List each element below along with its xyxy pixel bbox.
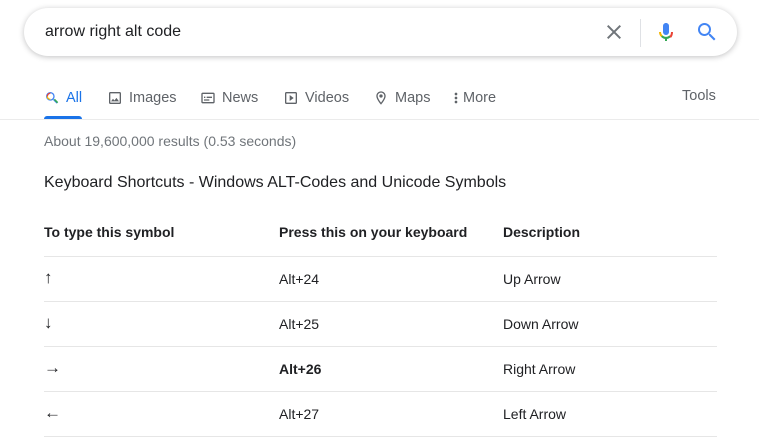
tools-button[interactable]: Tools (682, 88, 716, 104)
tab-videos[interactable]: Videos (283, 88, 349, 108)
symbol-cell: ← (44, 403, 61, 422)
clear-button[interactable] (602, 20, 626, 44)
tab-news[interactable]: News (200, 88, 258, 108)
table-row: ↓ Alt+25 Down Arrow (44, 302, 717, 347)
symbol-cell: ↓ (44, 313, 53, 332)
description-cell: Right Arrow (503, 361, 576, 377)
table-row: ↑ Alt+24 Up Arrow (44, 257, 717, 302)
more-vertical-icon (451, 90, 461, 106)
tab-label: Maps (395, 90, 431, 106)
table-header-description: Description (503, 224, 581, 240)
table-header: To type this symbol Press this on your k… (44, 212, 717, 257)
search-tabs: All Images News Videos Maps More Tools (0, 78, 759, 120)
description-cell: Down Arrow (503, 316, 579, 332)
tab-all[interactable]: All (44, 88, 82, 108)
map-pin-icon (373, 90, 389, 106)
tab-label: All (66, 90, 83, 106)
symbol-cell: → (44, 358, 61, 377)
keys-cell: Alt+24 (279, 271, 320, 287)
table-row: ← Alt+27 Left Arrow (44, 392, 717, 437)
search-box (24, 8, 737, 56)
tab-maps[interactable]: Maps (373, 88, 430, 108)
keys-cell: Alt+27 (279, 406, 320, 422)
description-cell: Up Arrow (503, 271, 561, 287)
table-header-symbol: To type this symbol (44, 224, 175, 240)
image-icon (107, 90, 123, 106)
video-icon (283, 90, 299, 106)
tab-more[interactable]: More (451, 88, 496, 108)
search-button[interactable] (695, 20, 719, 44)
tab-label: Videos (305, 90, 350, 106)
search-icon (698, 23, 716, 41)
tab-label: News (222, 90, 259, 106)
table-header-keys: Press this on your keyboard (279, 224, 468, 240)
tabs-divider (0, 119, 759, 120)
search-divider (640, 19, 641, 47)
search-icon (44, 90, 60, 106)
tab-images[interactable]: Images (107, 88, 177, 108)
table-row: → Alt+26 Right Arrow (44, 347, 717, 392)
close-icon (607, 25, 621, 39)
news-icon (200, 90, 216, 106)
description-cell: Left Arrow (503, 406, 567, 422)
voice-search-button[interactable] (654, 20, 678, 44)
result-title[interactable]: Keyboard Shortcuts - Windows ALT-Codes a… (44, 174, 506, 192)
alt-code-table: To type this symbol Press this on your k… (44, 212, 717, 437)
keys-cell-highlighted: Alt+26 (279, 361, 322, 377)
tab-label: More (463, 90, 497, 106)
microphone-icon (659, 23, 673, 41)
result-stats: About 19,600,000 results (0.53 seconds) (44, 133, 297, 149)
search-input[interactable] (45, 21, 545, 43)
symbol-cell: ↑ (44, 268, 53, 287)
keys-cell: Alt+25 (279, 316, 320, 332)
tab-label: Images (129, 90, 177, 106)
